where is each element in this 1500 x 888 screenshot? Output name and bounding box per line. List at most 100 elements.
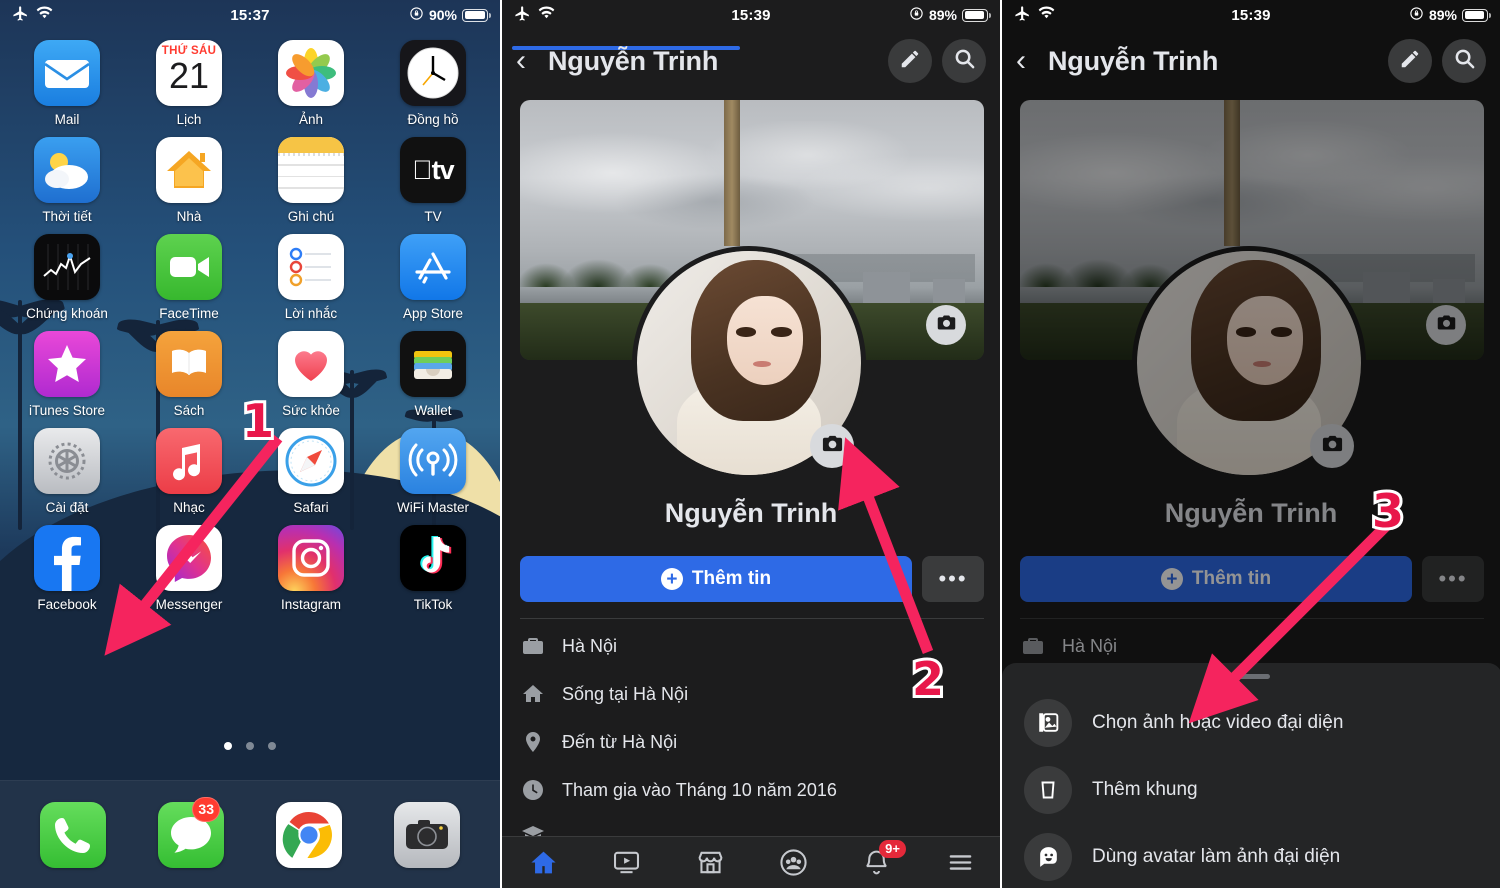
camera-icon (936, 312, 957, 338)
app-label: Lịch (176, 112, 202, 127)
books-icon (156, 331, 222, 397)
profile-photo-camera-button[interactable] (810, 424, 854, 468)
app-mail[interactable]: Mail (6, 34, 128, 127)
app-facebook[interactable]: Facebook (6, 519, 128, 612)
add-info-label: Thêm tin (691, 568, 772, 589)
weather-icon (34, 137, 100, 203)
camera-icon[interactable] (394, 801, 460, 868)
back-button[interactable]: ‹ (1016, 46, 1042, 76)
stocks-icon (34, 234, 100, 300)
tab-home[interactable] (519, 846, 569, 880)
app-photos[interactable]: Ảnh (250, 34, 372, 127)
house-icon (520, 681, 546, 707)
add-info-button[interactable]: + Thêm tin (520, 556, 912, 602)
app-music[interactable]: Nhạc (128, 422, 250, 515)
status-time: 15:37 (230, 6, 270, 24)
app-calendar[interactable]: THỨ SÁU 21 Lịch (128, 34, 250, 127)
app-label: App Store (402, 306, 464, 321)
app-label: WiFi Master (397, 500, 469, 515)
app-settings[interactable]: Cài đặt (6, 422, 128, 515)
page-dot-1[interactable] (224, 742, 232, 750)
avatar-face-icon (1024, 832, 1072, 881)
info-row-from[interactable]: Đến từ Hà Nội (520, 718, 984, 766)
tab-marketplace[interactable] (685, 846, 735, 880)
sheet-item-label: Thêm khung (1092, 778, 1198, 800)
sheet-grabber[interactable] (1234, 674, 1270, 679)
panel-profile-photo-sheet: 15:39 89% ‹ Nguyễn Trinh Nguyễn Trinh + … (1000, 0, 1500, 888)
location-pin-icon (520, 729, 546, 755)
app-label: Lời nhắc (284, 306, 338, 321)
back-button[interactable]: ‹ (516, 46, 542, 76)
edit-button[interactable] (888, 39, 932, 83)
app-label: Mail (54, 112, 80, 127)
mail-icon (34, 40, 100, 106)
tab-groups[interactable] (769, 846, 819, 880)
chrome-icon[interactable] (276, 801, 342, 868)
calendar-icon: THỨ SÁU 21 (156, 40, 222, 106)
app-weather[interactable]: Thời tiết (6, 131, 128, 224)
battery-icon (462, 8, 491, 22)
app-home[interactable]: Nhà (128, 131, 250, 224)
music-icon (156, 428, 222, 494)
app-tiktok[interactable]: TikTok (372, 519, 494, 612)
sheet-item-label: Dùng avatar làm ảnh đại diện (1092, 845, 1341, 867)
app-itunes-store[interactable]: iTunes Store (6, 325, 128, 418)
app-label: Facebook (37, 597, 97, 612)
apple-tv-icon: tv (400, 137, 466, 203)
battery-icon (1462, 8, 1491, 22)
search-button[interactable] (942, 39, 986, 83)
video-icon (614, 851, 640, 874)
home-app-icon (156, 137, 222, 203)
status-bar-profile: 15:39 89% (502, 0, 1000, 30)
info-text: Đến từ Hà Nội (562, 731, 678, 752)
annotation-number-1: 1 (239, 394, 277, 448)
app-facetime[interactable]: FaceTime (128, 228, 250, 321)
sheet-item-choose-photo[interactable]: Chọn ảnh hoặc video đại diện (1002, 689, 1500, 756)
app-wallet[interactable]: Wallet (372, 325, 494, 418)
app-app-store[interactable]: App Store (372, 228, 494, 321)
photos-icon (278, 40, 344, 106)
page-title: Nguyễn Trinh (1048, 45, 1219, 76)
tab-menu[interactable] (935, 846, 985, 880)
info-text: Tham gia vào Tháng 10 năm 2016 (562, 779, 837, 800)
search-icon (1453, 47, 1476, 75)
instagram-icon (278, 525, 344, 591)
app-label: Safari (293, 500, 329, 515)
app-wifi-master[interactable]: WiFi Master (372, 422, 494, 515)
app-label: FaceTime (159, 306, 219, 321)
more-options-button[interactable]: ••• (922, 556, 984, 602)
app-notes[interactable]: Ghi chú (250, 131, 372, 224)
app-label: TikTok (413, 597, 453, 612)
page-dot-3[interactable] (268, 742, 276, 750)
app-instagram[interactable]: Instagram (250, 519, 372, 612)
page-dot-2[interactable] (246, 742, 254, 750)
app-clock[interactable]: Đồng hồ (372, 34, 494, 127)
app-reminders[interactable]: Lời nhắc (250, 228, 372, 321)
profile-header: ‹ Nguyễn Trinh (1002, 30, 1500, 92)
groups-icon (780, 849, 807, 876)
tab-notifications[interactable]: 9+ (852, 839, 906, 880)
app-label: Instagram (280, 597, 342, 612)
app-label: Nhạc (173, 500, 205, 515)
wallet-icon (400, 331, 466, 397)
sheet-item-use-avatar[interactable]: Dùng avatar làm ảnh đại diện (1002, 823, 1500, 888)
app-books[interactable]: Sách (128, 325, 250, 418)
info-row-joined[interactable]: Tham gia vào Tháng 10 năm 2016 (520, 766, 984, 814)
search-button[interactable] (1442, 39, 1486, 83)
app-messenger[interactable]: Messenger (128, 519, 250, 612)
edit-button[interactable] (1388, 39, 1432, 83)
messages-icon[interactable]: 33 (158, 796, 224, 868)
tab-video[interactable] (602, 846, 652, 880)
status-bar-home: 15:37 90% (0, 0, 500, 30)
app-label: Ghi chú (287, 209, 335, 224)
profile-header: ‹ Nguyễn Trinh (502, 30, 1000, 92)
cover-photo-camera-button[interactable] (926, 305, 966, 345)
phone-icon[interactable] (40, 801, 106, 868)
itunes-store-icon (34, 331, 100, 397)
facebook-icon (34, 525, 100, 591)
app-stocks[interactable]: Chứng khoán (6, 228, 128, 321)
app-label: Sức khỏe (282, 403, 340, 418)
sheet-item-add-frame[interactable]: Thêm khung (1002, 756, 1500, 823)
app-tv[interactable]: tv TV (372, 131, 494, 224)
page-dots[interactable] (0, 742, 500, 750)
